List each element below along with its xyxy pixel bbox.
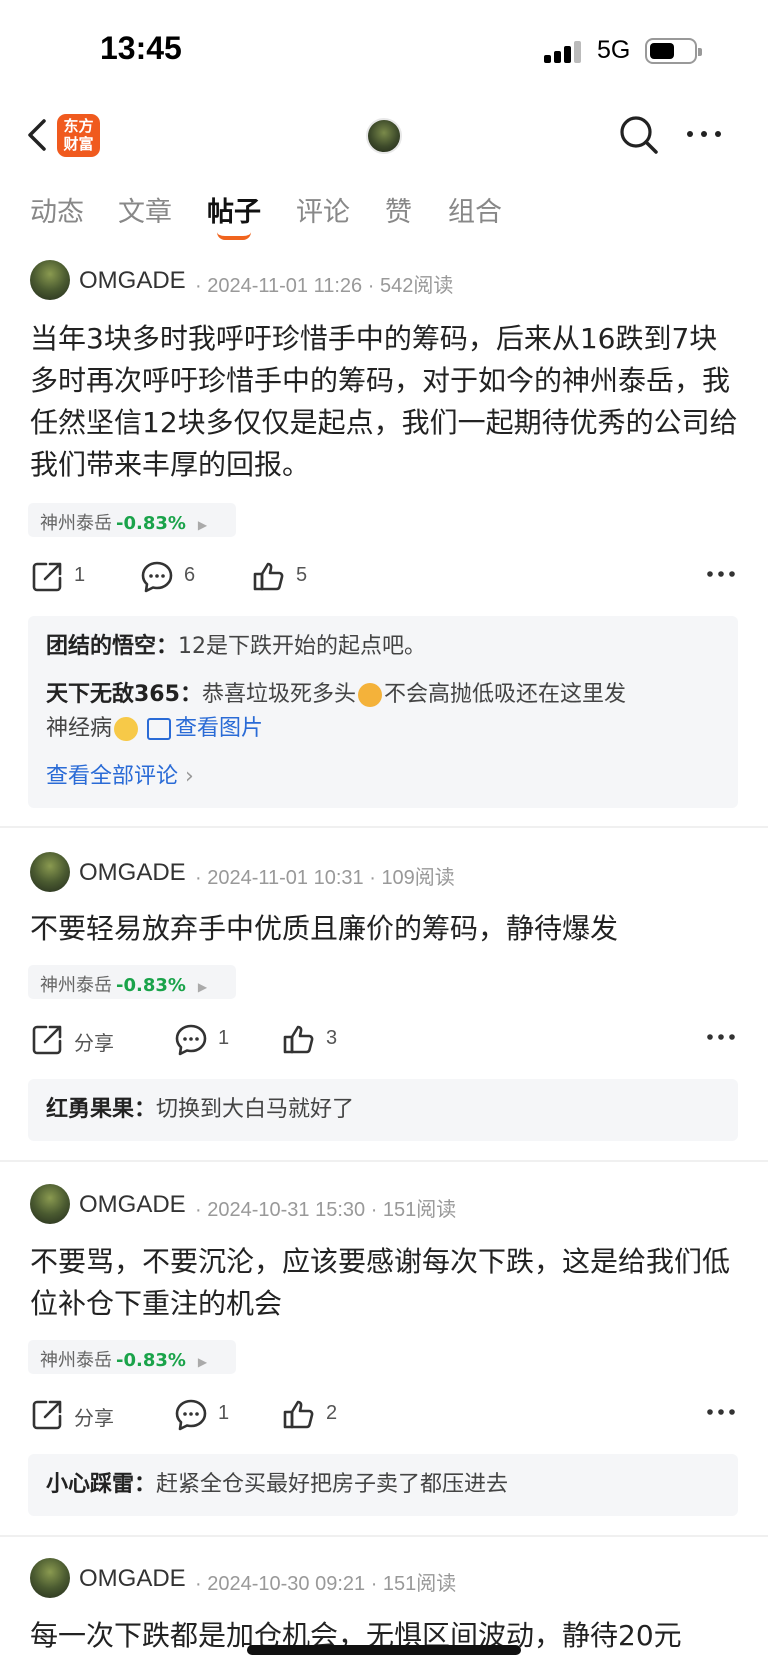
more-options-icon[interactable]: [684, 124, 724, 144]
comment-icon: [141, 561, 173, 593]
post-header: OMGADE · 2024-11-01 10:31 · 109阅读: [30, 852, 750, 894]
post-actions: 分享 1 3: [30, 1021, 740, 1063]
post-author[interactable]: OMGADE: [79, 267, 186, 295]
post-body[interactable]: 不要轻易放弃手中优质且廉价的筹码，静待爆发: [30, 908, 740, 950]
tab-articles[interactable]: 文章: [118, 190, 172, 229]
cellular-signal-icon: [544, 41, 584, 63]
post-actions: 1 6 5: [30, 558, 740, 600]
stock-tag[interactable]: 神州泰岳 -0.83% ▶: [28, 965, 236, 999]
post-body[interactable]: 当年3块多时我呼吁珍惜手中的筹码，后来从16跌到7块多时再次呼吁珍惜手中的筹码，…: [30, 318, 740, 486]
post-author[interactable]: OMGADE: [79, 1565, 186, 1593]
post-more-icon[interactable]: [705, 1027, 737, 1047]
post-divider: [0, 826, 768, 828]
share-icon: [32, 1025, 62, 1055]
comment-item[interactable]: 天下无敌365：恭喜垃圾死多头 不会高抛低吸还在这里发 神经病 查看图片: [46, 678, 726, 746]
comment-button[interactable]: 1: [174, 1396, 234, 1436]
home-indicator[interactable]: [247, 1645, 521, 1655]
thumbs-up-icon: [283, 1400, 314, 1429]
tab-portfolio[interactable]: 组合: [448, 190, 502, 229]
back-icon[interactable]: [24, 115, 54, 155]
post-divider: [0, 1535, 768, 1537]
avatar[interactable]: [30, 1184, 70, 1224]
like-button[interactable]: 5: [252, 558, 312, 598]
dog-emoji-icon: [357, 683, 382, 707]
post-actions: 分享 1 2: [30, 1396, 740, 1438]
view-all-comments-link[interactable]: 查看全部评论 ›: [46, 760, 726, 794]
search-icon[interactable]: [618, 114, 660, 156]
share-button[interactable]: 分享: [30, 1396, 120, 1436]
comment-item[interactable]: 红勇果果：切换到大白马就好了: [46, 1093, 726, 1127]
thinking-emoji-icon: [114, 717, 139, 741]
share-button[interactable]: 1: [30, 558, 90, 598]
comment-preview: 小心踩雷：赶紧全仓买最好把房子卖了都压进去: [28, 1454, 738, 1516]
post-more-icon[interactable]: [705, 564, 737, 584]
post-meta: · 2024-11-01 10:31 · 109阅读: [195, 867, 455, 889]
comment-icon: [175, 1399, 207, 1431]
nav-bar: 东方 财富: [0, 100, 768, 172]
comment-button[interactable]: 1: [174, 1021, 234, 1061]
share-button[interactable]: 分享: [30, 1021, 120, 1061]
post-meta: · 2024-11-01 11:26 · 542阅读: [195, 275, 454, 297]
app-logo: 东方 财富: [57, 114, 100, 157]
view-image-link: 查看图片: [147, 716, 263, 741]
post-meta: · 2024-10-30 09:21 · 151阅读: [195, 1573, 457, 1595]
post-author[interactable]: OMGADE: [79, 859, 186, 887]
post-header: OMGADE · 2024-11-01 11:26 · 542阅读: [30, 260, 750, 302]
like-button[interactable]: 3: [282, 1021, 342, 1061]
post-author[interactable]: OMGADE: [79, 1191, 186, 1219]
tab-bar: 动态 文章 帖子 评论 赞 组合: [0, 188, 768, 246]
share-icon: [32, 1400, 62, 1430]
comment-button[interactable]: 6: [140, 558, 200, 598]
stock-tag[interactable]: 神州泰岳 -0.83% ▶: [28, 503, 236, 537]
comment-preview: 团结的悟空：12是下跌开始的起点吧。 天下无敌365：恭喜垃圾死多头 不会高抛低吸…: [28, 616, 738, 808]
like-button[interactable]: 2: [282, 1396, 342, 1436]
comment-icon: [175, 1024, 207, 1056]
thumbs-up-icon: [253, 562, 284, 591]
battery-icon: [645, 38, 702, 64]
avatar[interactable]: [30, 260, 70, 300]
post-header: OMGADE · 2024-10-31 15:30 · 151阅读: [30, 1184, 750, 1226]
share-icon: [32, 562, 62, 592]
comment-item[interactable]: 小心踩雷：赶紧全仓买最好把房子卖了都压进去: [46, 1468, 726, 1502]
profile-avatar[interactable]: [366, 118, 402, 154]
network-type: 5G: [597, 36, 631, 64]
tab-activity[interactable]: 动态: [30, 190, 84, 229]
comment-preview: 红勇果果：切换到大白马就好了: [28, 1079, 738, 1141]
post-divider: [0, 1160, 768, 1162]
image-icon: [147, 718, 172, 740]
comment-item[interactable]: 团结的悟空：12是下跌开始的起点吧。: [46, 630, 726, 664]
thumbs-up-icon: [283, 1025, 314, 1054]
tab-comments[interactable]: 评论: [296, 190, 350, 229]
avatar[interactable]: [30, 1558, 70, 1598]
post-more-icon[interactable]: [705, 1402, 737, 1422]
post-header: OMGADE · 2024-10-30 09:21 · 151阅读: [30, 1558, 750, 1600]
tab-posts[interactable]: 帖子: [207, 190, 261, 229]
avatar[interactable]: [30, 852, 70, 892]
stock-tag[interactable]: 神州泰岳 -0.83% ▶: [28, 1340, 236, 1374]
post-body[interactable]: 不要骂，不要沉沦，应该要感谢每次下跌，这是给我们低位补仓下重注的机会: [30, 1241, 740, 1325]
active-tab-indicator: [217, 232, 251, 240]
post-meta: · 2024-10-31 15:30 · 151阅读: [195, 1199, 457, 1221]
tab-likes[interactable]: 赞: [385, 190, 412, 229]
status-bar: 13:45 5G: [0, 0, 768, 100]
status-time: 13:45: [100, 30, 182, 66]
